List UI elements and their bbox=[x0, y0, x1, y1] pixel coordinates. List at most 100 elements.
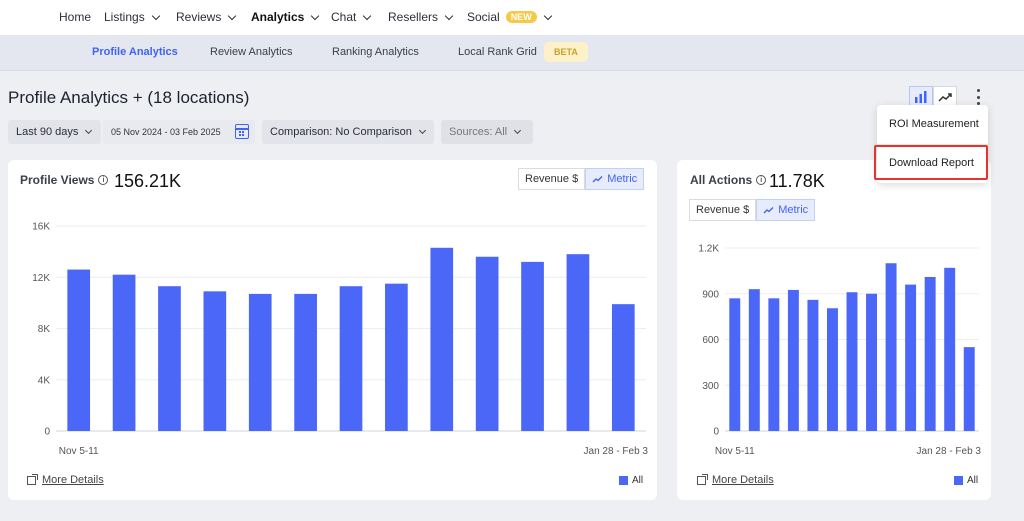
nav-social[interactable]: Social NEW bbox=[467, 10, 552, 24]
chevron-down-icon bbox=[514, 126, 522, 135]
nav-resellers[interactable]: Resellers bbox=[388, 10, 454, 24]
chart-legend: All bbox=[619, 475, 643, 486]
y-tick-label: 1.2K bbox=[698, 244, 719, 255]
profile-views-chart: 0 4K 8K 12K 16K Nov 5-11 Jan 28 - Feb 3 bbox=[32, 222, 649, 458]
nav-home[interactable]: Home bbox=[59, 10, 91, 24]
nav-analytics[interactable]: Analytics bbox=[251, 10, 320, 24]
y-tick-label: 4K bbox=[38, 375, 51, 386]
bar bbox=[729, 298, 741, 431]
chevron-down-icon bbox=[363, 11, 372, 20]
y-tick-label: 300 bbox=[702, 381, 719, 392]
date-range-value: 05 Nov 2024 - 03 Feb 2025 bbox=[111, 127, 221, 137]
period-select[interactable]: Last 90 days bbox=[8, 120, 101, 144]
nav-listings[interactable]: Listings bbox=[104, 10, 160, 24]
chevron-down-icon bbox=[228, 11, 237, 20]
date-range-picker[interactable]: 05 Nov 2024 - 03 Feb 2025 bbox=[103, 120, 255, 144]
metric-button[interactable]: Metric bbox=[756, 199, 816, 221]
nav-chat-label: Chat bbox=[331, 10, 357, 24]
metric-button[interactable]: Metric bbox=[585, 168, 645, 190]
new-badge: NEW bbox=[505, 11, 537, 23]
bar bbox=[611, 304, 635, 431]
bar bbox=[248, 293, 272, 431]
card-title-profile-views: Profile Views i bbox=[20, 173, 109, 187]
top-nav: Home Listings Reviews Analytics Chat Res… bbox=[0, 0, 1024, 35]
external-link-icon bbox=[27, 473, 38, 485]
beta-badge: BETA bbox=[544, 42, 588, 62]
calendar-icon bbox=[235, 124, 249, 139]
legend-swatch bbox=[619, 476, 628, 485]
more-details-label: More Details bbox=[712, 474, 774, 486]
tab-local-rank-grid[interactable]: Local Rank Grid bbox=[458, 46, 537, 58]
tab-profile-analytics[interactable]: Profile Analytics bbox=[92, 46, 178, 58]
legend-swatch bbox=[954, 476, 963, 485]
revenue-label: Revenue $ bbox=[696, 204, 750, 216]
revenue-button[interactable]: Revenue $ bbox=[689, 199, 757, 221]
y-tick-label: 8K bbox=[38, 324, 51, 335]
bar bbox=[430, 247, 454, 431]
bar bbox=[963, 347, 975, 431]
bar bbox=[339, 286, 363, 431]
bar bbox=[924, 276, 936, 431]
metric-toggle: Revenue $ Metric bbox=[518, 168, 645, 190]
all-actions-card: 0 300 600 900 1.2K Nov 5-11 Jan 28 - Feb 3 All… bbox=[677, 160, 991, 500]
bar bbox=[294, 293, 317, 431]
y-tick-label: 0 bbox=[44, 427, 50, 438]
chevron-down-icon bbox=[311, 11, 320, 20]
nav-reviews-label: Reviews bbox=[176, 10, 222, 24]
y-tick-label: 900 bbox=[702, 289, 719, 300]
metric-toggle: Revenue $ Metric bbox=[689, 199, 816, 221]
tab-review-analytics[interactable]: Review Analytics bbox=[210, 46, 293, 58]
metric-label: Metric bbox=[778, 204, 809, 216]
all-actions-value: 11.78K bbox=[769, 171, 825, 191]
nav-listings-label: Listings bbox=[104, 10, 145, 24]
nav-social-label: Social bbox=[467, 10, 500, 24]
bar bbox=[112, 274, 136, 431]
bar bbox=[905, 284, 917, 431]
chevron-down-icon bbox=[418, 126, 426, 135]
profile-views-title: Profile Views bbox=[20, 173, 95, 187]
profile-views-card: 0 4K 8K 12K 16K Nov 5-11 Jan 28 - Feb 3 Profil… bbox=[8, 160, 657, 500]
x-tick-label: Nov 5-11 bbox=[715, 446, 755, 457]
x-tick-label: Jan 28 - Feb 3 bbox=[917, 446, 982, 457]
legend-label: All bbox=[632, 475, 644, 486]
chevron-down-icon bbox=[543, 11, 552, 20]
x-tick-label: Nov 5-11 bbox=[59, 446, 99, 457]
more-details-link[interactable]: More Details bbox=[697, 473, 774, 486]
metric-label: Metric bbox=[607, 173, 638, 185]
sources-select-value: Sources: All bbox=[449, 126, 508, 138]
chart-legend: All bbox=[954, 475, 978, 486]
bar bbox=[846, 292, 858, 431]
bar bbox=[807, 299, 819, 431]
profile-views-value: 156.21K bbox=[114, 171, 182, 191]
more-options-icon[interactable] bbox=[973, 89, 983, 105]
download-report-highlight bbox=[874, 145, 988, 180]
bar bbox=[866, 293, 878, 431]
bar bbox=[826, 308, 838, 431]
info-icon[interactable]: i bbox=[756, 175, 767, 185]
bar-chart-icon bbox=[915, 91, 927, 103]
sub-nav: Profile Analytics Review Analytics Ranki… bbox=[0, 35, 1024, 71]
trend-line-icon bbox=[592, 176, 603, 183]
menu-item-roi-measurement[interactable]: ROI Measurement bbox=[889, 118, 979, 130]
revenue-button[interactable]: Revenue $ bbox=[518, 168, 586, 190]
tab-ranking-analytics[interactable]: Ranking Analytics bbox=[332, 46, 419, 58]
sources-select[interactable]: Sources: All bbox=[441, 120, 533, 144]
y-tick-label: 0 bbox=[713, 427, 719, 438]
bar bbox=[475, 256, 499, 431]
trend-line-icon bbox=[763, 207, 774, 214]
y-tick-label: 12K bbox=[32, 273, 50, 284]
bar bbox=[203, 291, 227, 431]
x-tick-label: Jan 28 - Feb 3 bbox=[584, 446, 649, 457]
nav-chat[interactable]: Chat bbox=[331, 10, 372, 24]
bar bbox=[787, 289, 799, 431]
more-details-link[interactable]: More Details bbox=[27, 473, 104, 486]
y-tick-label: 600 bbox=[702, 335, 719, 346]
revenue-label: Revenue $ bbox=[525, 173, 579, 185]
comparison-select[interactable]: Comparison: No Comparison bbox=[262, 120, 434, 144]
bar bbox=[944, 267, 956, 431]
info-icon[interactable]: i bbox=[98, 175, 109, 185]
external-link-icon bbox=[697, 473, 708, 485]
all-actions-title: All Actions bbox=[690, 173, 753, 187]
chevron-down-icon bbox=[85, 126, 93, 135]
nav-reviews[interactable]: Reviews bbox=[176, 10, 237, 24]
